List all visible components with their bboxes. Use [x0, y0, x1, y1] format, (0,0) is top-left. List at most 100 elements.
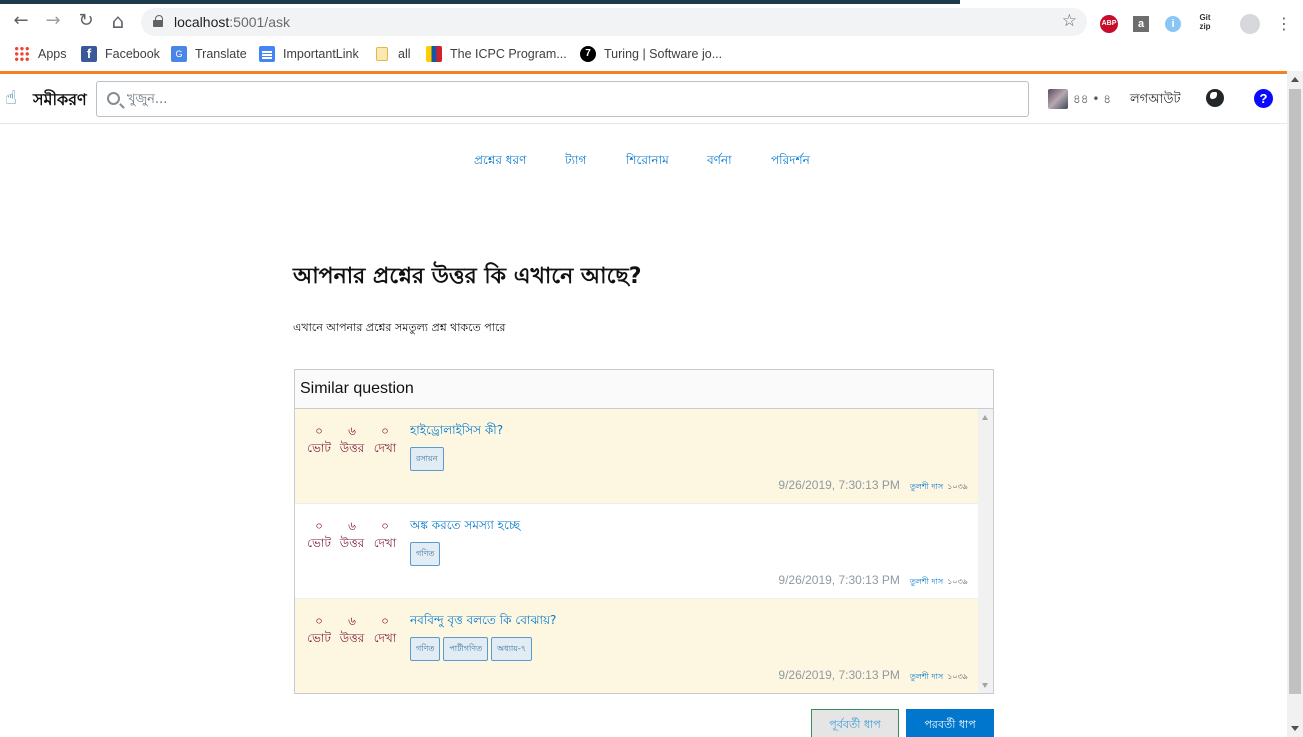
tag-chip[interactable]: গণিত	[410, 542, 441, 566]
similar-questions-panel: Similar question ০ ভোট ৬ উত্তর ০ দেখা হাইড্…	[294, 369, 994, 694]
next-step-button[interactable]: পরবর্তী ধাপ	[906, 709, 994, 737]
globe-icon[interactable]	[1206, 89, 1224, 107]
question-title-link[interactable]: নববিন্দু বৃত্ত বলতে কি বোঝায়?	[410, 612, 556, 632]
bookmark-label: Apps	[38, 47, 67, 61]
address-bar[interactable]: localhost:5001/ask ☆	[141, 8, 1087, 36]
user-avatar[interactable]	[1048, 89, 1068, 109]
view-count: ০ দেখা	[371, 613, 399, 646]
site-header: ☝ সমীকরণ ৪৪ • ৪ লগআউট ?	[0, 74, 1287, 124]
step-title[interactable]: শিরোনাম	[626, 152, 669, 172]
adblock-extension-icon[interactable]: ABP	[1100, 15, 1118, 33]
similar-questions-list[interactable]: ০ ভোট ৬ উত্তর ০ দেখা হাইড্রোলাইসিস কী? রসায…	[295, 409, 978, 693]
answer-number: ৬	[348, 614, 356, 628]
page-title: আপনার প্রশ্নের উত্তর কি এখানে আছে?	[293, 264, 642, 289]
profile-avatar-icon[interactable]	[1240, 14, 1260, 34]
answer-label: উত্তর	[339, 536, 365, 550]
logo-hand-icon[interactable]: ☝	[5, 87, 25, 109]
search-box[interactable]	[96, 81, 1029, 117]
url-host: localhost	[174, 14, 230, 30]
view-count: ০ দেখা	[371, 518, 399, 551]
answer-number: ৬	[348, 424, 356, 438]
answer-number: ৬	[348, 519, 356, 533]
browser-menu-icon[interactable]: ⋮	[1276, 14, 1292, 34]
answer-label: উত্তর	[339, 631, 365, 645]
bookmark-star-icon[interactable]: ☆	[1062, 11, 1077, 31]
vote-number: ০	[315, 519, 323, 533]
apps-icon	[14, 46, 30, 62]
tag-chip[interactable]: পাটীগণিত	[443, 637, 489, 661]
question-tags: রসায়ন	[410, 447, 444, 471]
vote-label: ভোট	[307, 536, 331, 550]
similar-questions-header: Similar question	[295, 370, 993, 409]
vote-count: ০ ভোট	[305, 613, 333, 646]
vote-label: ভোট	[307, 441, 331, 455]
gitzip-extension-icon[interactable]: Git zip	[1195, 13, 1215, 31]
view-label: দেখা	[373, 631, 397, 645]
site-logo-text[interactable]: সমীকরণ	[33, 87, 87, 114]
bookmarks-bar: Apps f Facebook G Translate ImportantLink …	[0, 39, 1303, 69]
previous-step-button[interactable]: পূর্ববর্তী ধাপ	[811, 709, 899, 737]
page-scrollbar[interactable]	[1287, 71, 1303, 737]
reload-icon[interactable]: ↻	[74, 10, 98, 32]
translate-icon: G	[171, 46, 187, 62]
step-review[interactable]: পরিদর্শন	[771, 152, 810, 172]
user-reputation[interactable]: ৪৪ • ৪	[1073, 91, 1111, 111]
question-tags: গণিত	[410, 542, 441, 566]
scrollbar-thumb[interactable]	[1289, 89, 1301, 694]
question-author-link[interactable]: তুলশী দাস	[910, 671, 943, 684]
wizard-steps: প্রশ্নের ধরণ ট্যাগ শিরোনাম বর্ণনা পরিদর্…	[0, 150, 1287, 172]
question-item: ০ ভোট ৬ উত্তর ০ দেখা হাইড্রোলাইসিস কী? রসায…	[295, 409, 978, 504]
question-title-link[interactable]: হাইড্রোলাইসিস কী?	[410, 422, 503, 442]
scroll-up-arrow-icon[interactable]	[1291, 77, 1299, 82]
view-label: দেখা	[373, 441, 397, 455]
scroll-down-arrow-icon[interactable]	[1291, 726, 1299, 731]
similar-list-scrollbar[interactable]	[978, 409, 993, 693]
logout-link[interactable]: লগআউট	[1130, 90, 1181, 111]
step-description[interactable]: বর্ণনা	[707, 152, 732, 172]
folder-icon	[376, 47, 388, 61]
home-icon[interactable]: ⌂	[106, 10, 130, 32]
amazon-extension-icon[interactable]: a	[1133, 16, 1149, 32]
bookmark-label: ImportantLink	[283, 47, 359, 61]
bookmark-facebook[interactable]: f Facebook	[81, 46, 160, 62]
vote-count: ০ ভোট	[305, 423, 333, 456]
question-item: ০ ভোট ৬ উত্তর ০ দেখা নববিন্দু বৃত্ত বলতে কি…	[295, 599, 978, 693]
answer-label: উত্তর	[339, 441, 365, 455]
bookmark-translate[interactable]: G Translate	[171, 46, 247, 62]
scroll-down-arrow-icon[interactable]	[982, 683, 988, 688]
question-meta: 9/26/2019, 7:30:13 PM তুলশী দাস ১০৩৯	[778, 668, 968, 684]
question-author-link[interactable]: তুলশী দাস	[910, 576, 943, 589]
tag-chip[interactable]: অধ্যায়-৭	[491, 637, 533, 661]
url-text[interactable]: localhost:5001/ask	[174, 14, 290, 30]
back-icon[interactable]: ←	[9, 10, 33, 32]
question-title-link[interactable]: অঙ্ক করতে সমস্যা হচ্ছে	[410, 517, 520, 537]
bookmark-icpc[interactable]: The ICPC Program...	[426, 46, 567, 62]
view-number: ০	[381, 519, 389, 533]
tag-chip[interactable]: গণিত	[410, 637, 441, 661]
vote-count: ০ ভোট	[305, 518, 333, 551]
question-author-link[interactable]: তুলশী দাস	[910, 481, 943, 494]
bookmark-turing[interactable]: 7 Turing | Software jo...	[580, 46, 722, 62]
search-input[interactable]	[127, 89, 1007, 109]
bookmark-importantlink[interactable]: ImportantLink	[259, 46, 359, 62]
view-number: ০	[381, 424, 389, 438]
step-question-type[interactable]: প্রশ্নের ধরণ	[474, 152, 526, 172]
question-date: 9/26/2019, 7:30:13 PM	[778, 668, 900, 682]
bookmark-label: The ICPC Program...	[450, 47, 567, 61]
info-extension-icon[interactable]: i	[1165, 16, 1181, 32]
bookmark-apps[interactable]: Apps	[14, 46, 67, 62]
bookmark-label: Turing | Software jo...	[604, 47, 723, 61]
vote-label: ভোট	[307, 631, 331, 645]
vote-number: ০	[315, 424, 323, 438]
icpc-icon	[426, 46, 442, 62]
scroll-up-arrow-icon[interactable]	[982, 415, 988, 420]
search-icon	[107, 92, 120, 105]
forward-icon[interactable]: →	[41, 10, 65, 32]
bookmark-label: Translate	[195, 47, 247, 61]
tag-chip[interactable]: রসায়ন	[410, 447, 444, 471]
step-tags[interactable]: ট্যাগ	[565, 152, 586, 172]
doc-icon	[259, 46, 275, 62]
help-icon[interactable]: ?	[1254, 89, 1273, 108]
bookmark-all[interactable]: all	[376, 46, 411, 62]
browser-toolbar: ← → ↻ ⌂ localhost:5001/ask ☆ ABP a i Git…	[0, 4, 1303, 39]
